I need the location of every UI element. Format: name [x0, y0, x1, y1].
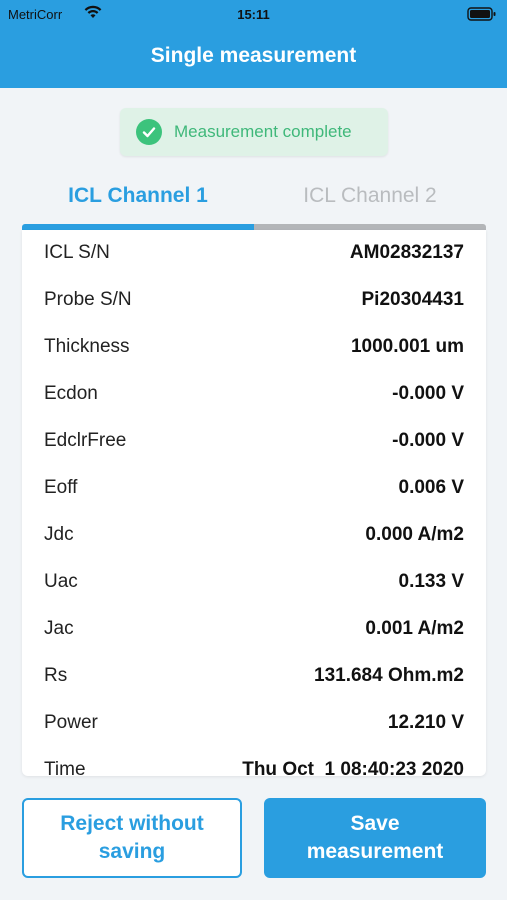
measurement-value: 0.000 A/m2 — [365, 524, 464, 545]
measurement-row: Thickness 1000.001 um — [22, 324, 486, 371]
tab-icl-channel-1[interactable]: ICL Channel 1 — [22, 170, 254, 230]
measurement-label: Eoff — [44, 477, 78, 498]
measurement-value: Thu Oct 1 08:40:23 2020 — [242, 759, 464, 776]
measurement-label: Power — [44, 712, 98, 733]
status-time: 15:11 — [237, 7, 270, 22]
measurement-value: 0.133 V — [398, 571, 465, 592]
save-measurement-button[interactable]: Save measurement — [264, 798, 486, 878]
measurement-row: Jdc 0.000 A/m2 — [22, 512, 486, 559]
measurement-label: ICL S/N — [44, 242, 110, 263]
measurement-value: -0.000 V — [392, 383, 464, 404]
measurement-value: AM02832137 — [349, 242, 464, 263]
measurement-row: EdclrFree -0.000 V — [22, 418, 486, 465]
measurement-value: 0.006 V — [398, 477, 465, 498]
measurement-value: 12.210 V — [387, 712, 464, 733]
measurement-row: Uac 0.133 V — [22, 559, 486, 606]
measurement-label: EdclrFree — [44, 430, 127, 451]
battery-icon — [467, 6, 497, 22]
channel-tabs: ICL Channel 1 ICL Channel 2 — [22, 170, 486, 230]
measurement-value: Pi20304431 — [361, 289, 465, 310]
measurement-label: Rs — [44, 665, 68, 686]
measurement-value: 1000.001 um — [350, 336, 464, 357]
measurement-row: Ecdon -0.000 V — [22, 371, 486, 418]
check-circle-icon — [136, 119, 162, 145]
measurement-label: Jac — [44, 618, 74, 639]
measurement-row: Rs 131.684 Ohm.m2 — [22, 653, 486, 700]
toast-message: Measurement complete — [174, 122, 352, 141]
status-bar: MetriCorr 15:11 — [0, 0, 507, 30]
measurement-row: Time Thu Oct 1 08:40:23 2020 — [22, 747, 486, 776]
measurement-label: Jdc — [44, 524, 74, 545]
measurement-value: 131.684 Ohm.m2 — [314, 665, 464, 686]
app-header: MetriCorr 15:11 Single measurement — [0, 0, 507, 88]
measurement-row: Probe S/N Pi20304431 — [22, 277, 486, 324]
measurement-label: Ecdon — [44, 383, 98, 404]
measurement-value: -0.000 V — [392, 430, 464, 451]
status-toast: Measurement complete — [120, 108, 388, 156]
measurement-list[interactable]: ICL S/N AM02832137 Probe S/N Pi20304431 … — [22, 230, 486, 776]
measurement-row: Power 12.210 V — [22, 700, 486, 747]
measurement-value: 0.001 A/m2 — [365, 618, 464, 639]
tab-icl-channel-2[interactable]: ICL Channel 2 — [254, 170, 486, 230]
measurement-row: Eoff 0.006 V — [22, 465, 486, 512]
page-title: Single measurement — [150, 44, 357, 67]
measurement-label: Time — [44, 759, 86, 776]
measurement-row: ICL S/N AM02832137 — [22, 230, 486, 277]
measurement-label: Probe S/N — [44, 289, 132, 310]
measurement-label: Thickness — [44, 336, 130, 357]
measurement-row: Jac 0.001 A/m2 — [22, 606, 486, 653]
measurement-label: Uac — [44, 571, 78, 592]
reject-without-saving-button[interactable]: Reject without saving — [22, 798, 242, 878]
